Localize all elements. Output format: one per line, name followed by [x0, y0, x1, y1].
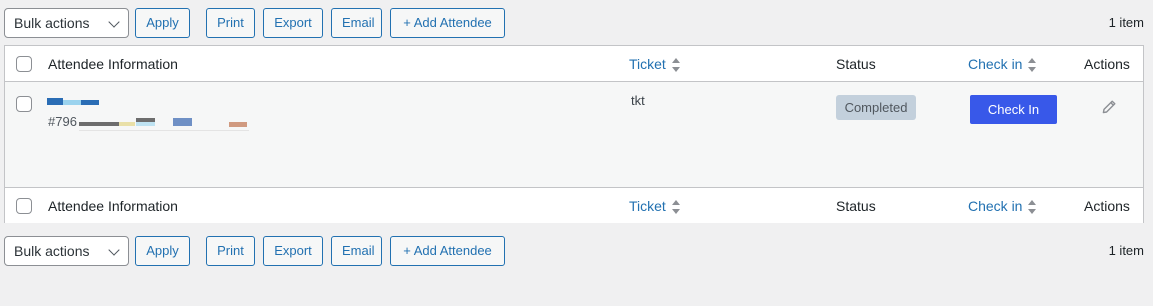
sort-icon [671, 200, 681, 215]
table-header: Attendee Information Ticket Status Check… [5, 46, 1143, 82]
column-status: Status [836, 56, 876, 72]
email-button-bottom[interactable]: Email [331, 236, 382, 266]
redacted-name-block [81, 100, 99, 105]
check-in-button[interactable]: Check In [970, 95, 1057, 124]
export-button[interactable]: Export [263, 8, 323, 38]
item-count-bottom: 1 item [1108, 243, 1144, 258]
sort-icon [1028, 200, 1037, 215]
sort-icon [671, 58, 681, 73]
column-attendee-information: Attendee Information [48, 56, 178, 72]
top-tablenav: Bulk actions Apply Print Export Email + … [4, 8, 1153, 38]
redacted-meta-block [119, 122, 135, 126]
footer-column-check-in-label: Check in [968, 198, 1023, 214]
apply-button[interactable]: Apply [135, 8, 190, 38]
chevron-down-icon [108, 16, 120, 28]
select-all-checkbox[interactable] [16, 56, 32, 72]
redacted-meta-block [79, 130, 249, 131]
redacted-meta-block [229, 122, 247, 127]
bottom-tablenav: Bulk actions Apply Print Export Email + … [4, 236, 1153, 266]
column-actions: Actions [1084, 56, 1130, 72]
pencil-icon[interactable] [1101, 99, 1117, 115]
email-button[interactable]: Email [331, 8, 382, 38]
sort-icon [1028, 58, 1037, 73]
status-badge: Completed [836, 95, 916, 120]
add-attendee-button[interactable]: + Add Attendee [390, 8, 505, 38]
ticket-value: tkt [631, 93, 645, 108]
print-button-bottom[interactable]: Print [206, 236, 255, 266]
footer-column-status: Status [836, 198, 876, 214]
footer-column-actions: Actions [1084, 198, 1130, 214]
export-button-bottom[interactable]: Export [263, 236, 323, 266]
column-ticket-label: Ticket [629, 56, 666, 72]
column-ticket-sort[interactable]: Ticket [629, 56, 681, 73]
footer-column-ticket-label: Ticket [629, 198, 666, 214]
chevron-down-icon [108, 244, 120, 256]
footer-column-ticket-sort[interactable]: Ticket [629, 198, 681, 215]
redacted-meta-block [173, 118, 192, 126]
column-check-in-label: Check in [968, 56, 1023, 72]
column-check-in-sort[interactable]: Check in [968, 56, 1037, 73]
attendees-table: Attendee Information Ticket Status Check… [4, 45, 1144, 223]
item-count: 1 item [1108, 15, 1144, 30]
print-button[interactable]: Print [206, 8, 255, 38]
footer-column-check-in-sort[interactable]: Check in [968, 198, 1037, 215]
attendee-id: #796 [48, 114, 77, 129]
redacted-meta-block [136, 122, 155, 126]
bulk-actions-label: Bulk actions [14, 243, 90, 259]
row-checkbox[interactable] [16, 96, 32, 112]
table-footer: Attendee Information Ticket Status Check… [5, 187, 1143, 223]
bulk-actions-label: Bulk actions [14, 15, 90, 31]
add-attendee-button-bottom[interactable]: + Add Attendee [390, 236, 505, 266]
apply-button-bottom[interactable]: Apply [135, 236, 190, 266]
bulk-actions-select[interactable]: Bulk actions [4, 8, 129, 38]
footer-column-attendee-information: Attendee Information [48, 198, 178, 214]
table-row: #796 tkt Completed Check In [5, 82, 1143, 187]
bulk-actions-select-bottom[interactable]: Bulk actions [4, 236, 129, 266]
redacted-name-block [47, 98, 63, 105]
select-all-checkbox-footer[interactable] [16, 198, 32, 214]
redacted-name-block [63, 100, 81, 105]
redacted-meta-block [79, 122, 119, 126]
